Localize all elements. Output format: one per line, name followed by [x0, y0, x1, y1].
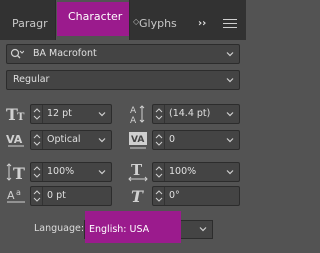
kerning-value: Optical: [47, 134, 81, 145]
leading-value: (14.4 pt): [169, 108, 211, 119]
stepper-arrows-icon[interactable]: [153, 105, 165, 123]
chevron-down-icon[interactable]: [226, 76, 234, 84]
chevron-down-icon[interactable]: [226, 50, 234, 58]
baseline-shift-value: 0 pt: [47, 190, 66, 201]
horizontal-scale-field[interactable]: 100%: [152, 162, 240, 182]
stepper-arrows-icon[interactable]: [31, 187, 43, 205]
stepper-arrows-icon[interactable]: [31, 163, 43, 181]
vertical-scale-field[interactable]: 100%: [30, 162, 112, 182]
baseline-shift-icon: Aa: [6, 186, 28, 206]
skew-icon: T: [128, 186, 150, 206]
skew-field[interactable]: 0°: [152, 186, 240, 206]
font-size-field[interactable]: 12 pt: [30, 104, 112, 124]
svg-text:T: T: [17, 112, 25, 123]
language-value: English: USA: [89, 224, 150, 235]
chevron-down-icon[interactable]: [98, 136, 106, 144]
tab-overflow-label: ››: [198, 18, 207, 29]
stepper-arrows-icon[interactable]: [31, 105, 43, 123]
tab-character[interactable]: Character: [55, 0, 130, 40]
chevron-down-icon[interactable]: [98, 110, 106, 118]
chevron-down-icon[interactable]: [199, 225, 207, 233]
panel-menu-icon[interactable]: [223, 16, 237, 30]
font-style-value: Regular: [13, 74, 50, 85]
kerning-icon: VA: [6, 130, 28, 150]
svg-text:A: A: [130, 106, 137, 116]
chevron-down-icon[interactable]: [226, 136, 234, 144]
chevron-down-icon[interactable]: [98, 168, 106, 176]
tab-paragraph-label: Paragr: [12, 17, 48, 30]
stepper-arrows-icon[interactable]: [153, 163, 165, 181]
chevron-down-icon[interactable]: [226, 110, 234, 118]
tab-paragraph[interactable]: Paragr: [4, 12, 53, 36]
vertical-scale-value: 100%: [47, 166, 75, 177]
leading-icon: AA: [128, 104, 150, 124]
chevron-down-icon[interactable]: [226, 168, 234, 176]
kerning-field[interactable]: Optical: [30, 130, 112, 150]
tab-glyphs-label: Glyphs: [139, 17, 177, 30]
font-family-value: BA Macrofont: [33, 48, 97, 59]
tracking-icon: VA: [128, 130, 150, 150]
svg-text:T: T: [13, 164, 25, 182]
tracking-field[interactable]: 0: [152, 130, 240, 150]
tab-character-label: Character: [68, 10, 123, 23]
panel-tab-bar: Paragr ◇ Character Glyphs ››: [0, 0, 246, 40]
baseline-shift-field[interactable]: 0 pt: [30, 186, 112, 206]
font-family-field[interactable]: BA Macrofont: [6, 44, 240, 64]
horizontal-scale-icon: T: [128, 162, 150, 182]
tracking-value: 0: [169, 134, 176, 145]
font-size-value: 12 pt: [47, 108, 72, 119]
svg-text:A: A: [130, 116, 137, 124]
svg-text:A: A: [7, 189, 15, 202]
font-size-icon: TT: [6, 104, 28, 124]
svg-text:a: a: [16, 188, 21, 197]
skew-value: 0°: [169, 190, 180, 201]
horizontal-scale-value: 100%: [169, 166, 197, 177]
stepper-arrows-icon[interactable]: [31, 131, 43, 149]
svg-text:T: T: [131, 187, 144, 206]
tab-overflow-button[interactable]: ››: [198, 12, 214, 36]
font-style-field[interactable]: Regular: [6, 70, 240, 90]
language-select[interactable]: English: USA: [84, 211, 213, 243]
search-icon[interactable]: [10, 48, 25, 60]
svg-text:T: T: [131, 162, 143, 179]
stepper-arrows-icon[interactable]: [153, 131, 165, 149]
language-label: Language:: [34, 223, 85, 234]
vertical-scale-icon: T: [6, 162, 28, 182]
stepper-arrows-icon[interactable]: [153, 187, 165, 205]
tab-glyphs[interactable]: Glyphs: [139, 12, 189, 36]
leading-field[interactable]: (14.4 pt): [152, 104, 240, 124]
svg-text:VA: VA: [131, 135, 144, 145]
svg-text:VA: VA: [6, 133, 23, 146]
